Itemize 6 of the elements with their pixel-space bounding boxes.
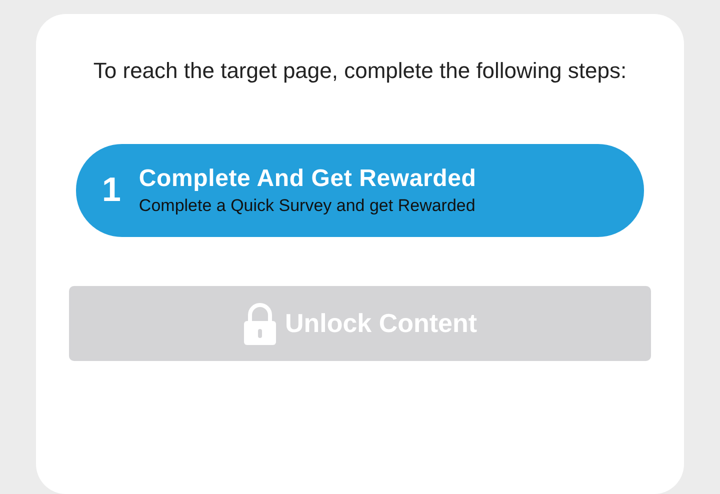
step-button[interactable]: 1 Complete And Get Rewarded Complete a Quick Survey and get Rewarded — [76, 144, 644, 237]
step-subtitle: Complete a Quick Survey and get Rewarded — [138, 196, 476, 216]
instruction-text: To reach the target page, complete the following steps: — [92, 57, 628, 85]
lock-icon — [242, 302, 277, 344]
step-title: Complete And Get Rewarded — [138, 165, 476, 193]
step-number: 1 — [102, 171, 121, 210]
